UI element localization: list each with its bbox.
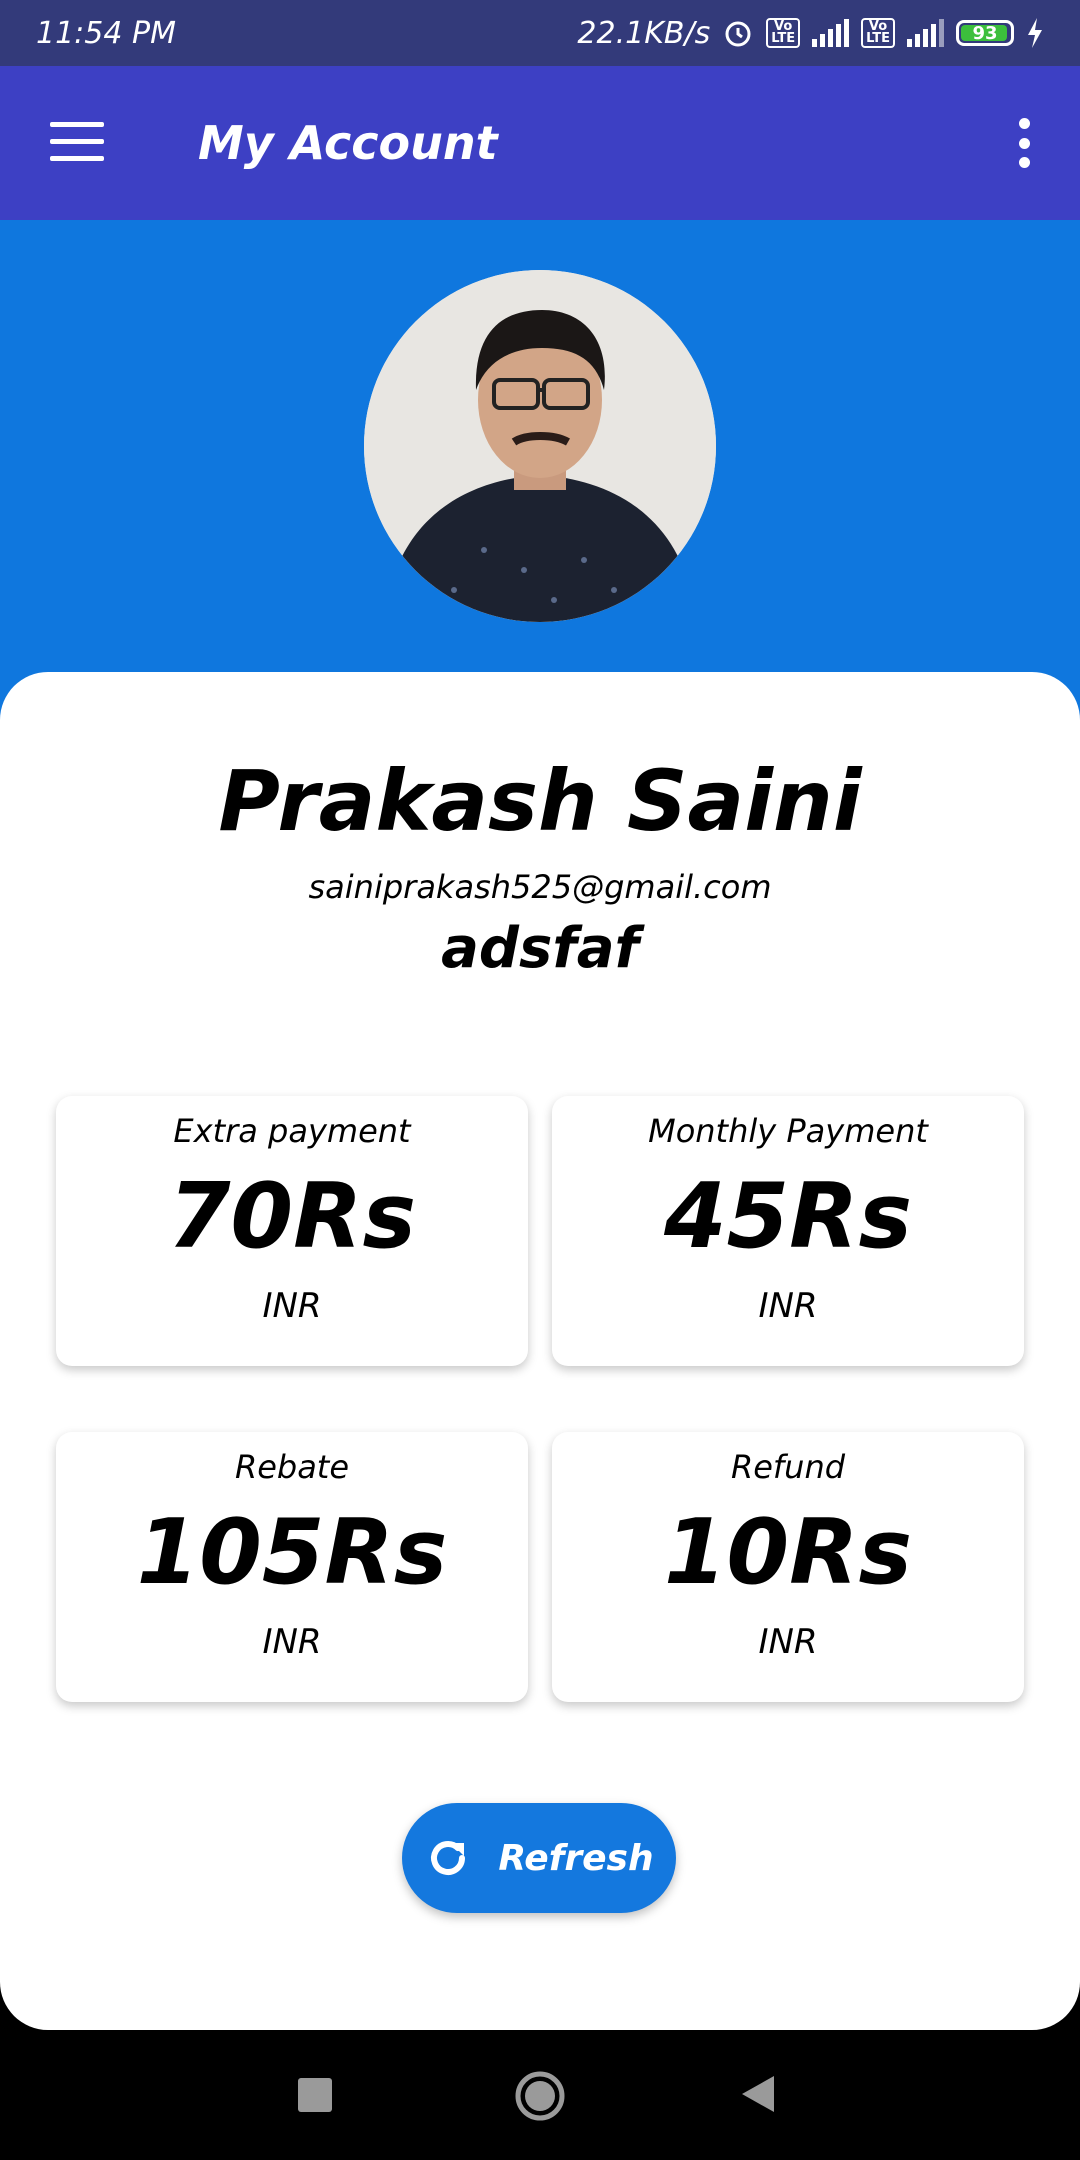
status-time: 11:54 PM [36, 15, 176, 51]
stat-card-refund[interactable]: Refund 10Rs INR [552, 1432, 1024, 1702]
stat-unit: INR [262, 1622, 322, 1662]
alarm-icon [725, 21, 751, 47]
system-nav-bar [0, 2030, 1080, 2160]
home-circle-icon[interactable] [514, 2070, 566, 2122]
stat-label: Rebate [234, 1448, 350, 1486]
refresh-label: Refresh [498, 1837, 654, 1879]
refresh-button[interactable]: Refresh [402, 1803, 676, 1913]
stat-card-extra-payment[interactable]: Extra payment 70Rs INR [56, 1096, 528, 1366]
network-speed: 22.1KB/s [577, 15, 711, 51]
signal-icon [812, 19, 850, 47]
volte-icon: Vo LTE [766, 18, 801, 48]
stat-unit: INR [758, 1286, 818, 1326]
app-bar: My Account [0, 66, 1080, 220]
stat-value: 45Rs [663, 1164, 913, 1269]
page-title: My Account [198, 116, 498, 170]
stat-value: 10Rs [663, 1500, 913, 1605]
stat-card-rebate[interactable]: Rebate 105Rs INR [56, 1432, 528, 1702]
status-bar: 11:54 PM 22.1KB/s Vo LTE Vo LTE 93 [0, 0, 1080, 66]
recents-square-icon[interactable] [298, 2078, 332, 2112]
refresh-icon [431, 1841, 466, 1875]
stat-label: Extra payment [173, 1112, 411, 1150]
stat-label: Refund [730, 1448, 846, 1486]
battery-icon: 93 [956, 20, 1014, 46]
stat-label: Monthly Payment [648, 1112, 928, 1150]
charging-icon [1028, 18, 1042, 48]
stat-unit: INR [758, 1622, 818, 1662]
stat-unit: INR [262, 1286, 322, 1326]
profile-email: sainiprakash525@gmail.com [308, 868, 772, 906]
avatar[interactable] [364, 270, 716, 622]
battery-level: 93 [972, 22, 998, 44]
back-triangle-icon[interactable] [740, 2074, 776, 2114]
signal-icon-2 [907, 19, 944, 47]
stat-value: 70Rs [167, 1164, 417, 1269]
avatar-photo [364, 270, 716, 622]
status-icons: 22.1KB/s Vo LTE Vo LTE 93 [577, 16, 1044, 51]
stat-card-monthly-payment[interactable]: Monthly Payment 45Rs INR [552, 1096, 1024, 1366]
profile-name: Prakash Saini [218, 752, 862, 850]
more-vert-icon[interactable] [1018, 118, 1030, 168]
profile-subtitle: adsfaf [441, 916, 639, 981]
volte-icon-2: Vo LTE [861, 18, 895, 48]
hamburger-menu-icon[interactable] [50, 122, 104, 162]
stat-value: 105Rs [136, 1500, 448, 1605]
